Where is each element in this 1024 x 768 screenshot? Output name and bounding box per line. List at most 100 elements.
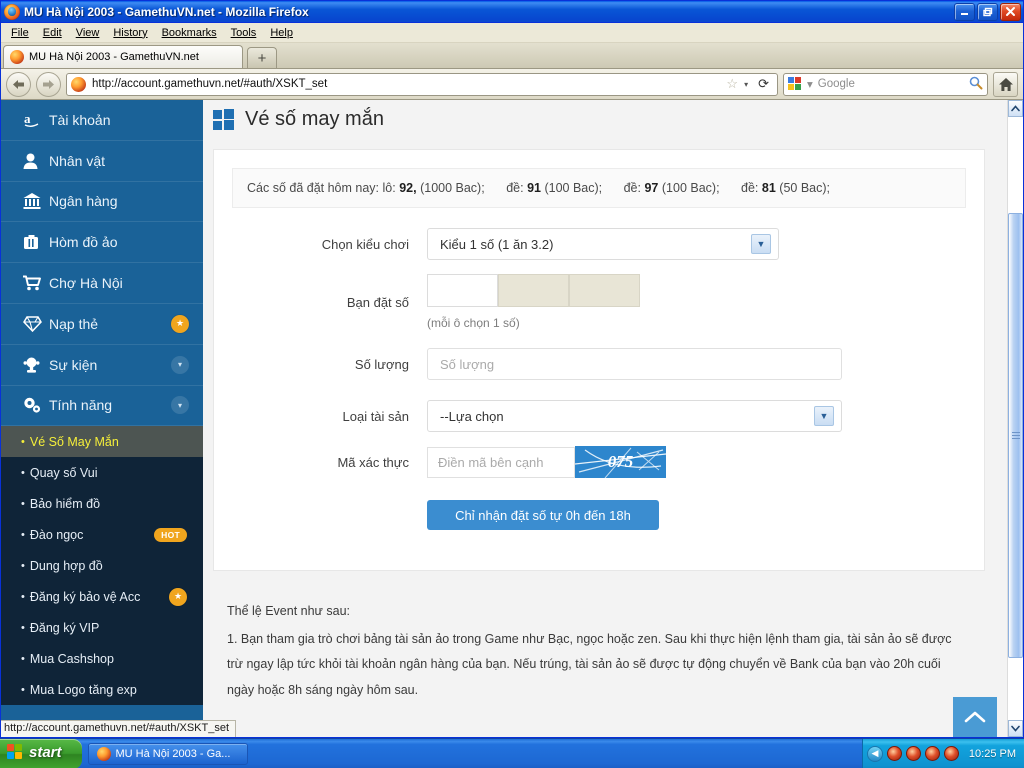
bet-digit-input-2 (498, 274, 569, 307)
windows-flag-icon (7, 744, 24, 761)
reload-icon[interactable]: ⟳ (754, 76, 773, 92)
new-tab-button[interactable]: + (247, 47, 277, 68)
search-engine-dropdown-icon[interactable]: ▾ (807, 77, 813, 91)
tray-icon-3[interactable] (924, 746, 940, 761)
tray-icon-4[interactable] (943, 746, 959, 761)
submenu-label: Quay số Vui (29, 465, 98, 480)
browser-viewport: a Tài khoản Nhân vật Ngân hàng Hòm đồ ảo… (1, 100, 1023, 737)
chevron-down-icon[interactable]: ▼ (751, 234, 771, 254)
scroll-to-top-button[interactable] (953, 697, 997, 737)
tray-expand-icon[interactable]: ◀ (866, 745, 883, 762)
bullet-icon: • (21, 652, 25, 665)
bullet-icon: • (21, 497, 25, 510)
entry-amount: (1000 Bac); (420, 181, 485, 195)
asset-select[interactable]: --Lựa chọn ▼ (427, 400, 842, 432)
taskbar-item-firefox[interactable]: MU Hà Nội 2003 - Ga... (87, 742, 248, 765)
sidebar-item-cho-ha-noi[interactable]: Chợ Hà Nội (1, 263, 203, 304)
taskbar-item-label: MU Hà Nội 2003 - Ga... (115, 747, 231, 760)
submenu-item-dang-ky-bao-ve-acc[interactable]: • Đăng ký bảo vệ Acc ★ (1, 581, 203, 612)
search-bar[interactable]: ▾ Google (783, 72, 988, 96)
web-page: a Tài khoản Nhân vật Ngân hàng Hòm đồ ảo… (1, 100, 1007, 737)
submenu-label: Vé Số May Mắn (29, 434, 119, 449)
home-button[interactable] (993, 71, 1018, 97)
maximize-button[interactable] (977, 2, 998, 21)
chevron-down-icon[interactable]: ▾ (171, 355, 189, 374)
bookmark-star-icon[interactable]: ☆ (726, 76, 738, 92)
page-scrollbar[interactable] (1007, 100, 1023, 737)
start-label: start (29, 744, 62, 761)
bet-digit-input-1[interactable] (427, 274, 498, 307)
submenu-label: Đào ngọc (29, 527, 84, 542)
user-icon (23, 153, 49, 169)
trophy-icon (23, 357, 49, 373)
menu-help[interactable]: Help (263, 25, 300, 41)
search-magnifier-icon[interactable] (969, 76, 983, 93)
bullet-icon: • (21, 528, 25, 541)
entry-amount: (100 Bac); (661, 181, 720, 195)
submenu-item-bao-hiem-do[interactable]: • Bảo hiểm đồ (1, 488, 203, 519)
menu-edit[interactable]: Edit (36, 25, 69, 41)
back-button[interactable] (6, 71, 31, 97)
forward-button[interactable] (36, 71, 61, 97)
submenu-item-mua-logo-tang-exp[interactable]: • Mua Logo tăng exp (1, 674, 203, 705)
page-header: Vé số may mắn (203, 100, 1007, 131)
tray-clock[interactable]: 10:25 PM (969, 748, 1016, 760)
captcha-input[interactable]: Điền mã bên cạnh (427, 446, 575, 478)
submenu-item-mua-cashshop[interactable]: • Mua Cashshop (1, 643, 203, 674)
sidebar-item-nhan-vat[interactable]: Nhân vật (1, 141, 203, 182)
quantity-input[interactable]: Số lượng (427, 348, 842, 380)
submenu-item-quay-so-vui[interactable]: • Quay số Vui (1, 457, 203, 488)
submenu-badge-hot: HOT (154, 527, 187, 542)
quantity-field: Số lượng (427, 348, 966, 380)
menu-view[interactable]: View (69, 25, 107, 41)
close-button[interactable] (1000, 2, 1021, 21)
bank-icon (23, 193, 49, 210)
submenu-item-dung-hop-do[interactable]: • Dung hợp đồ (1, 550, 203, 581)
sidebar-label: Nạp thẻ (49, 315, 99, 332)
shopping-cart-icon (23, 275, 49, 291)
bet-number-boxes (427, 274, 966, 307)
entry-type: đề: (741, 181, 759, 195)
start-button[interactable]: start (0, 738, 82, 768)
form-row-quantity: Số lượng Số lượng (232, 348, 966, 380)
entry-number: 81 (761, 181, 776, 195)
chevron-down-icon[interactable]: ▾ (171, 396, 189, 415)
sidebar-item-tai-khoan[interactable]: a Tài khoản (1, 100, 203, 141)
scrollbar-up-button[interactable] (1008, 100, 1023, 117)
minimize-button[interactable] (954, 2, 975, 21)
entry-number: 97 (644, 181, 659, 195)
menu-bookmarks[interactable]: Bookmarks (155, 25, 224, 41)
chevron-down-icon[interactable]: ▼ (814, 406, 834, 426)
bullet-icon: • (21, 559, 25, 572)
captcha-image[interactable]: 075 (575, 446, 666, 478)
menu-tools[interactable]: Tools (224, 25, 264, 41)
submenu-label: Mua Logo tăng exp (29, 682, 137, 697)
scrollbar-thumb[interactable] (1008, 213, 1023, 658)
sidebar-item-tinh-nang[interactable]: Tính năng ▾ (1, 385, 203, 427)
scrollbar-down-button[interactable] (1008, 720, 1023, 737)
sidebar-item-hom-do-ao[interactable]: Hòm đồ ảo (1, 222, 203, 264)
menu-file[interactable]: File (4, 25, 36, 41)
submenu-badge-star: ★ (169, 587, 187, 606)
url-bar[interactable]: http://account.gamethuvn.net/#auth/XSKT_… (66, 72, 778, 96)
submenu-item-dao-ngoc[interactable]: • Đào ngọc HOT (1, 519, 203, 550)
menu-history[interactable]: History (106, 25, 154, 41)
form-row-play-type: Chọn kiểu chơi Kiểu 1 số (1 ăn 3.2) ▼ (232, 228, 966, 260)
search-input[interactable]: Google (818, 78, 964, 90)
sidebar-item-ngan-hang[interactable]: Ngân hàng (1, 182, 203, 223)
sidebar-item-su-kien[interactable]: Sự kiện ▾ (1, 345, 203, 386)
url-text: http://account.gamethuvn.net/#auth/XSKT_… (92, 78, 328, 90)
tray-icon-2[interactable] (905, 746, 921, 761)
submenu-item-ve-so-may-man[interactable]: • Vé Số May Mắn (1, 426, 203, 458)
bet-number-field: (mỗi ô chọn 1 số) (427, 274, 966, 330)
tray-icon-1[interactable] (886, 746, 902, 761)
submenu-item-dang-ky-vip[interactable]: • Đăng ký VIP (1, 612, 203, 643)
briefcase-icon (23, 234, 49, 250)
bookmark-dropdown-icon[interactable]: ▾ (744, 80, 748, 89)
submit-button[interactable]: Chỉ nhận đặt số tự 0h đến 18h (427, 500, 659, 530)
browser-tab-active[interactable]: MU Hà Nội 2003 - GamethuVN.net (3, 45, 243, 68)
sidebar-item-nap-the[interactable]: Nạp thẻ ★ (1, 304, 203, 345)
navigation-toolbar: http://account.gamethuvn.net/#auth/XSKT_… (1, 69, 1023, 100)
play-type-select[interactable]: Kiểu 1 số (1 ăn 3.2) ▼ (427, 228, 779, 260)
scrollbar-track[interactable] (1008, 117, 1023, 720)
